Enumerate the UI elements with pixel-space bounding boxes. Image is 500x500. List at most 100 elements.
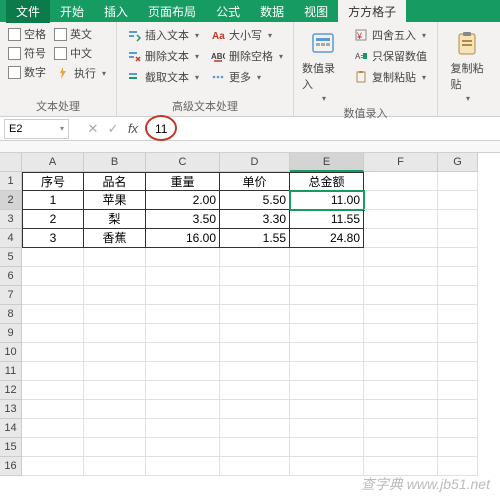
tab-view[interactable]: 视图: [294, 0, 338, 23]
cell[interactable]: [290, 343, 364, 362]
cell[interactable]: [220, 343, 290, 362]
cell[interactable]: [290, 419, 364, 438]
cell[interactable]: [22, 381, 84, 400]
cell[interactable]: [364, 267, 438, 286]
cell[interactable]: 16.00: [146, 229, 220, 248]
cell[interactable]: [364, 438, 438, 457]
cell[interactable]: [220, 286, 290, 305]
cell[interactable]: [84, 305, 146, 324]
col-header-D[interactable]: D: [220, 153, 290, 172]
cell[interactable]: [364, 191, 438, 210]
cell[interactable]: [146, 248, 220, 267]
tab-data[interactable]: 数据: [250, 0, 294, 23]
row-header[interactable]: 8: [0, 305, 22, 324]
cell[interactable]: 1.55: [220, 229, 290, 248]
round-button[interactable]: ¥四舍五入: [352, 26, 429, 44]
cell[interactable]: [290, 267, 364, 286]
cell[interactable]: [290, 248, 364, 267]
cell[interactable]: 11.55: [290, 210, 364, 229]
cell[interactable]: [220, 305, 290, 324]
cell[interactable]: [146, 324, 220, 343]
select-all-corner[interactable]: [0, 153, 22, 172]
cancel-icon[interactable]: ✕: [83, 121, 103, 137]
cell[interactable]: [438, 324, 478, 343]
cell[interactable]: [84, 267, 146, 286]
row-header[interactable]: 14: [0, 419, 22, 438]
copy-paste-big-button[interactable]: 复制粘贴: [446, 26, 488, 103]
cell[interactable]: [438, 248, 478, 267]
cell[interactable]: 3.50: [146, 210, 220, 229]
formula-input[interactable]: 11: [143, 122, 500, 136]
cell[interactable]: 单价: [220, 172, 290, 191]
cell[interactable]: 2.00: [146, 191, 220, 210]
row-header[interactable]: 11: [0, 362, 22, 381]
cell[interactable]: 香蕉: [84, 229, 146, 248]
cell[interactable]: [220, 400, 290, 419]
value-input-button[interactable]: 数值录入: [302, 26, 344, 103]
cell[interactable]: [438, 267, 478, 286]
cell[interactable]: [22, 400, 84, 419]
cell[interactable]: [290, 305, 364, 324]
cell[interactable]: [84, 419, 146, 438]
more-button[interactable]: 更多: [209, 68, 285, 86]
cell[interactable]: [438, 438, 478, 457]
cell[interactable]: [364, 229, 438, 248]
cell[interactable]: [220, 381, 290, 400]
cell[interactable]: [364, 362, 438, 381]
cell[interactable]: [146, 381, 220, 400]
tab-insert[interactable]: 插入: [94, 0, 138, 23]
cell[interactable]: 5.50: [220, 191, 290, 210]
row-header[interactable]: 3: [0, 210, 22, 229]
cell[interactable]: [438, 305, 478, 324]
cell[interactable]: [22, 438, 84, 457]
cell[interactable]: [438, 191, 478, 210]
row-header[interactable]: 13: [0, 400, 22, 419]
cell[interactable]: [22, 362, 84, 381]
row-header[interactable]: 4: [0, 229, 22, 248]
row-header[interactable]: 7: [0, 286, 22, 305]
insert-text-button[interactable]: 插入文本: [125, 26, 201, 44]
cell[interactable]: 2: [22, 210, 84, 229]
cell[interactable]: [364, 343, 438, 362]
cell[interactable]: [438, 400, 478, 419]
cell[interactable]: 11.00: [290, 191, 364, 210]
tab-fangfang[interactable]: 方方格子: [338, 0, 406, 23]
cell[interactable]: [438, 229, 478, 248]
cell[interactable]: 总金额: [290, 172, 364, 191]
fx-icon[interactable]: fx: [123, 121, 143, 136]
cell[interactable]: [438, 210, 478, 229]
cell[interactable]: [364, 381, 438, 400]
row-header[interactable]: 5: [0, 248, 22, 267]
cell[interactable]: [146, 419, 220, 438]
cell[interactable]: [290, 324, 364, 343]
cell[interactable]: [84, 343, 146, 362]
cell[interactable]: [146, 267, 220, 286]
cell[interactable]: [290, 438, 364, 457]
cell[interactable]: [438, 286, 478, 305]
cell[interactable]: [84, 457, 146, 476]
cell[interactable]: 序号: [22, 172, 84, 191]
cell[interactable]: [84, 400, 146, 419]
col-header-A[interactable]: A: [22, 153, 84, 172]
cell[interactable]: [22, 248, 84, 267]
tab-home[interactable]: 开始: [50, 0, 94, 23]
cell[interactable]: [22, 305, 84, 324]
cell[interactable]: [364, 419, 438, 438]
cell[interactable]: [220, 419, 290, 438]
row-header[interactable]: 6: [0, 267, 22, 286]
cell[interactable]: [438, 343, 478, 362]
cell[interactable]: [84, 362, 146, 381]
cell[interactable]: [220, 248, 290, 267]
case-button[interactable]: Aa大小写: [209, 26, 285, 44]
cell[interactable]: [22, 286, 84, 305]
cell[interactable]: 梨: [84, 210, 146, 229]
cell[interactable]: [22, 457, 84, 476]
row-header[interactable]: 9: [0, 324, 22, 343]
delete-text-button[interactable]: 删除文本: [125, 47, 201, 65]
cell[interactable]: [84, 438, 146, 457]
check-english[interactable]: 英文: [54, 26, 108, 42]
cell[interactable]: [146, 286, 220, 305]
row-header[interactable]: 2: [0, 191, 22, 210]
cell[interactable]: 1: [22, 191, 84, 210]
check-space[interactable]: 空格: [8, 26, 46, 42]
